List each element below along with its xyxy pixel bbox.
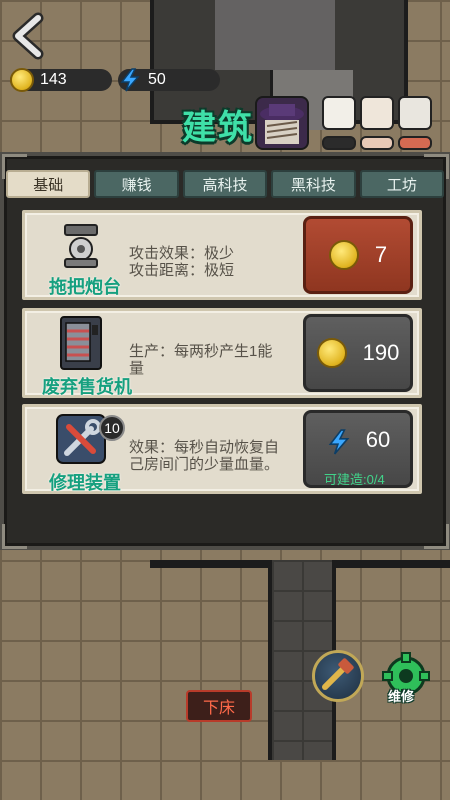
building-name: 修理装置 [49,473,121,493]
energy-icon [328,429,350,455]
coin-icon [10,68,34,92]
build-button[interactable]: 7 [303,216,413,294]
repair-label: 维修 [388,689,415,704]
skill-button[interactable] [312,650,364,702]
vending-machine-icon [60,316,102,370]
desc-line: 己房间门的少量血量。 [129,456,280,473]
building-card-repair-device[interactable]: 10 修理装置 效果：每秒自动恢复自 己房间门的少量血量。 60 可建造:0/4 [22,404,422,494]
build-cost: 7 [374,242,388,267]
energy-count: 50 [148,71,166,88]
avatar[interactable] [360,96,394,130]
building-card-vending-machine[interactable]: 废弃售货机 生产：每两秒产生1能 量 190 [22,308,422,398]
building-name: 拖把炮台 [49,277,121,297]
desc-line: 量 [129,360,145,377]
desc-line: 攻击效果：极少 [129,245,235,262]
tab-basic[interactable]: 基础 [6,170,91,198]
avatar[interactable] [360,136,394,150]
avatar[interactable] [322,136,356,150]
coin-icon [316,338,347,368]
tab-hightech[interactable]: 高科技 [182,170,268,198]
back-arrow-icon[interactable] [8,12,48,60]
building-desc: 生产：每两秒产生1能 量 [129,343,304,377]
avatar[interactable] [398,96,432,130]
desc-line: 攻击距离：极短 [129,262,235,279]
page-title: 建筑 [182,109,254,147]
boss-avatar[interactable] [255,96,309,150]
category-tabs: 基础 赚钱 高科技 黑科技 工坊 [6,170,445,200]
coin-counter: 143 [10,68,112,92]
repair-device-icon [56,414,106,464]
coin-icon [328,240,359,270]
build-button[interactable]: 190 [303,314,413,392]
room-floor-dark [215,0,335,70]
panel-corner [424,524,449,549]
hammer-icon [322,658,354,690]
team-avatars-row2 [322,136,432,150]
tab-earn[interactable]: 赚钱 [94,170,179,198]
avatar[interactable] [322,96,356,130]
panel-corner [2,524,27,549]
building-desc: 效果：每秒自动恢复自 己房间门的少量血量。 [129,439,304,473]
tab-workshop[interactable]: 工坊 [359,170,445,198]
energy-counter: 50 [118,68,220,92]
build-cost: 60 [365,427,391,452]
build-button[interactable]: 60 可建造:0/4 [303,410,413,488]
tab-blacktech[interactable]: 黑科技 [271,170,356,198]
team-avatars [322,96,432,130]
leave-bed-button[interactable]: 下床 [186,690,252,722]
building-card-mop-turret[interactable]: 拖把炮台 攻击效果：极少 攻击距离：极短 7 [22,210,422,300]
level-badge: 10 [99,415,125,441]
building-desc: 攻击效果：极少 攻击距离：极短 [129,245,304,279]
desc-line: 效果：每秒自动恢复自 [129,439,280,456]
build-cost: 190 [362,340,400,365]
build-limit: 可建造:0/4 [324,472,385,487]
avatar[interactable] [398,136,432,150]
energy-icon [120,68,140,92]
mop-turret-icon [64,224,98,268]
coin-count: 143 [40,71,67,88]
desc-line: 生产：每两秒产生1能 [129,343,273,360]
